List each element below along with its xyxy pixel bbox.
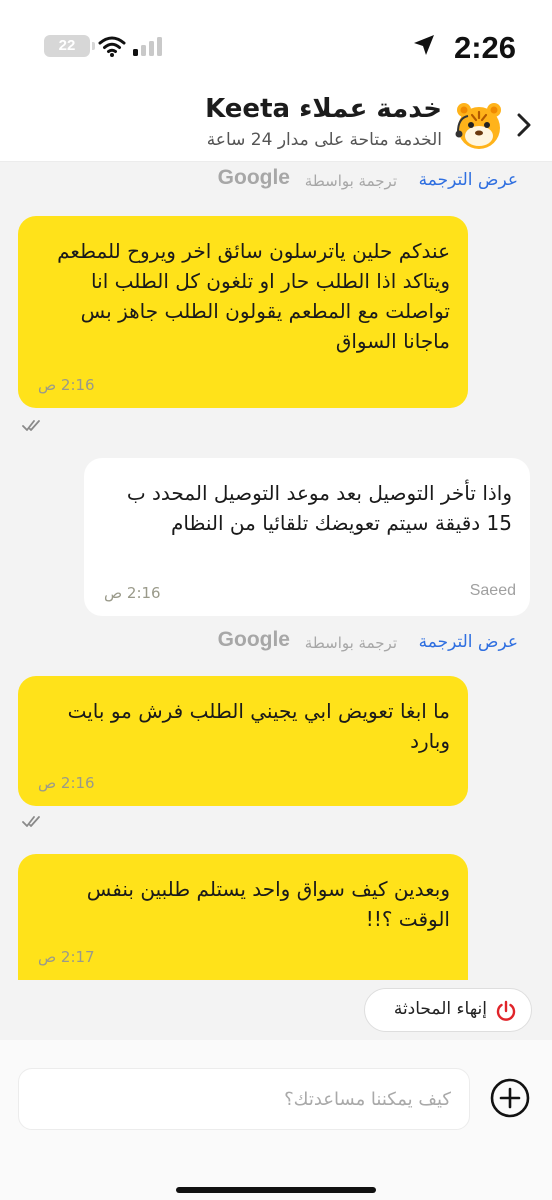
battery-cap xyxy=(92,42,95,50)
tiger-avatar-icon xyxy=(455,103,501,149)
message-text: عندكم حلين ياترسلون سائق اخر ويروح للمطع… xyxy=(57,239,450,353)
add-attachment-icon[interactable] xyxy=(489,1077,531,1119)
message-time: 2:16 ص xyxy=(104,584,161,602)
message-bubble-outgoing: ما ابغا تعويض ابي يجيني الطلب فرش مو باي… xyxy=(18,676,468,806)
battery-icon: 22 xyxy=(44,35,90,57)
message-input[interactable]: كيف يمكننا مساعدتك؟ xyxy=(18,1068,470,1130)
translated-by-label: ترجمة بواسطة xyxy=(304,172,397,190)
message-bubble-incoming: واذا تأخر التوصيل بعد موعد التوصيل المحد… xyxy=(84,458,530,616)
wifi-icon xyxy=(98,36,126,57)
translated-by-label: ترجمة بواسطة xyxy=(304,634,397,652)
chat-title: خدمة عملاء Keeta xyxy=(205,94,442,124)
message-text: ما ابغا تعويض ابي يجيني الطلب فرش مو باي… xyxy=(67,699,450,753)
message-text: وبعدين كيف سواق واحد يستلم طلبين بنفس ال… xyxy=(86,877,450,931)
show-translation-link[interactable]: عرض الترجمة xyxy=(419,632,518,652)
power-icon xyxy=(496,1000,516,1021)
show-translation-link[interactable]: عرض الترجمة xyxy=(419,170,518,190)
message-bubble-outgoing: وبعدين كيف سواق واحد يستلم طلبين بنفس ال… xyxy=(18,854,468,980)
message-input-placeholder: كيف يمكننا مساعدتك؟ xyxy=(284,1089,451,1110)
message-text: واذا تأخر التوصيل بعد موعد التوصيل المحد… xyxy=(126,481,512,535)
double-check-icon xyxy=(22,420,40,431)
message-time: 2:17 ص xyxy=(38,948,95,966)
back-chevron-icon[interactable] xyxy=(514,110,534,140)
signal-icon xyxy=(133,37,162,56)
translation-row: عرض الترجمة ترجمة بواسطة Google xyxy=(0,166,552,198)
google-logo: Google xyxy=(217,166,290,189)
chat-subtitle: الخدمة متاحة على مدار 24 ساعة xyxy=(206,130,442,150)
chat-header: خدمة عملاء Keeta الخدمة متاحة على مدار 2… xyxy=(0,88,552,162)
end-chat-label: إنهاء المحادثة xyxy=(393,999,487,1019)
message-composer: كيف يمكننا مساعدتك؟ xyxy=(0,1040,552,1200)
google-logo: Google xyxy=(217,628,290,651)
message-bubble-outgoing: عندكم حلين ياترسلون سائق اخر ويروح للمطع… xyxy=(18,216,468,408)
status-bar: 22 2:26 xyxy=(0,0,552,88)
translation-row: عرض الترجمة ترجمة بواسطة Google xyxy=(0,628,552,660)
message-time: 2:16 ص xyxy=(38,774,95,792)
message-time: 2:16 ص xyxy=(38,376,95,394)
message-sender: Saeed xyxy=(469,582,516,599)
end-chat-button[interactable]: إنهاء المحادثة xyxy=(364,988,532,1032)
clock: 2:26 xyxy=(453,30,516,65)
location-arrow-icon xyxy=(414,35,434,55)
home-indicator xyxy=(176,1187,376,1193)
double-check-icon xyxy=(22,816,40,827)
